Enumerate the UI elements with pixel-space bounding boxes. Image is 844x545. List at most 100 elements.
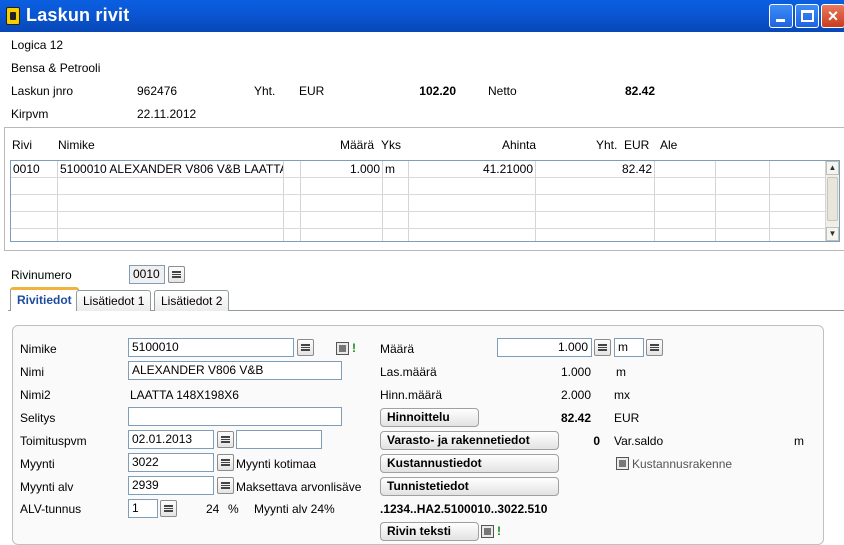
table-row[interactable] (11, 195, 827, 212)
price-currency: EUR (614, 411, 640, 425)
cell-yks[interactable]: m (383, 161, 409, 177)
table-row[interactable] (11, 212, 827, 229)
selitys-input[interactable] (128, 407, 342, 426)
alv-tunnus-input[interactable]: 1 (128, 499, 158, 518)
kustannusrakenne-checkbox[interactable] (616, 457, 629, 470)
currency-label: EUR (299, 84, 325, 98)
alv-percent: 24 (206, 502, 220, 516)
cell-maara[interactable]: 1.000 (301, 161, 383, 177)
column-header-rivi: Rivi (12, 138, 32, 152)
close-button[interactable]: × (821, 4, 844, 28)
cell-rivi[interactable]: 0010 (11, 161, 58, 177)
table-row[interactable] (11, 178, 827, 195)
row-number-lookup-icon[interactable] (168, 266, 185, 283)
column-header-yks: Yks (381, 138, 402, 152)
cell-ale[interactable] (655, 161, 716, 177)
myynti-alv-input[interactable]: 2939 (128, 476, 214, 495)
nimi-label: Nimi (20, 365, 44, 379)
nimi-input[interactable]: ALEXANDER V806 V&B (128, 361, 342, 380)
total-value: 102.20 (419, 84, 456, 98)
cell-yht[interactable]: 82.42 (536, 161, 655, 177)
var-saldo-unit: m (794, 434, 804, 448)
column-header-yht: Yht. (596, 138, 618, 152)
hinnoittelu-button[interactable]: Hinnoittelu (380, 408, 479, 427)
invoice-rows-grid[interactable]: 0010 5100010 ALEXANDER V806 V&B LAATTA 1… (10, 160, 840, 242)
net-value: 82.42 (624, 84, 655, 98)
myynti-label: Myynti (20, 457, 55, 471)
maximize-button[interactable] (795, 4, 819, 28)
varasto-button[interactable]: Varasto- ja rakennetiedot (380, 431, 559, 450)
column-header-ahinta: Ahinta (502, 138, 537, 152)
tab-lisatiedot-1[interactable]: Lisätiedot 1 (76, 290, 152, 311)
hinn-maara-unit: mx (614, 388, 630, 402)
cell-extra[interactable] (716, 161, 770, 177)
nimike-marker: ! (352, 341, 356, 355)
window-title: Laskun rivit (26, 5, 130, 25)
tab-rivitiedot[interactable]: Rivitiedot (10, 287, 79, 311)
column-header-ale: Ale (660, 138, 678, 152)
myynti-alv-label: Myynti alv (20, 480, 74, 494)
alv-tunnus-label: ALV-tunnus (20, 502, 82, 516)
var-saldo-label: Var.saldo (614, 434, 664, 448)
maara-lookup-icon[interactable] (594, 339, 611, 356)
alv-tunnus-lookup-icon[interactable] (160, 500, 177, 517)
column-header-eur: EUR (624, 138, 650, 152)
myynti-alv-lookup-icon[interactable] (217, 477, 234, 494)
table-row[interactable] (11, 229, 827, 241)
maara-unit-lookup-icon[interactable] (646, 339, 663, 356)
scroll-up-icon[interactable]: ▲ (826, 161, 839, 175)
toimituspvm-extra-input[interactable] (236, 430, 322, 449)
total-label: Yht. (254, 84, 276, 98)
date-value: 22.11.2012 (137, 107, 197, 121)
myynti-lookup-icon[interactable] (217, 454, 234, 471)
scroll-thumb[interactable] (827, 177, 838, 221)
cell-nimike[interactable]: 5100010 ALEXANDER V806 V&B LAATTA (58, 161, 284, 177)
column-header-maara: Määrä (340, 138, 375, 152)
row-number-label: Rivinumero (11, 268, 72, 282)
cell-blank[interactable] (284, 161, 301, 177)
selitys-label: Selitys (20, 411, 56, 425)
las-maara-label: Las.määrä (380, 365, 437, 379)
title-bar[interactable]: Laskun rivit × (0, 0, 844, 32)
hinn-maara-label: Hinn.määrä (380, 388, 443, 402)
toimituspvm-label: Toimituspvm (20, 434, 87, 448)
cell-ahinta[interactable]: 41.21000 (409, 161, 536, 177)
tunnistetiedot-button[interactable]: Tunnistetiedot (380, 477, 559, 496)
myynti-input[interactable]: 3022 (128, 453, 214, 472)
maximize-icon (801, 10, 814, 22)
invoice-no-value: 962476 (137, 84, 178, 98)
scroll-down-icon[interactable]: ▼ (826, 227, 839, 241)
las-maara-unit: m (616, 365, 626, 379)
app-icon (6, 7, 20, 25)
row-number-field[interactable]: 0010 (129, 265, 165, 284)
minimize-button[interactable] (769, 4, 793, 28)
nimike-label: Nimike (20, 342, 57, 356)
grid-scrollbar[interactable]: ▲ ▼ (825, 161, 839, 241)
varasto-value: 0 (593, 434, 600, 448)
nimike-checkbox[interactable] (336, 342, 349, 355)
date-label: Kirpvm (11, 107, 49, 121)
rivin-teksti-button[interactable]: Rivin teksti (380, 522, 479, 541)
price-value: 82.42 (560, 411, 591, 425)
toimituspvm-input[interactable]: 02.01.2013 (128, 430, 214, 449)
tab-lisatiedot-2[interactable]: Lisätiedot 2 (154, 290, 230, 311)
net-label: Netto (488, 84, 517, 98)
nimi2-value: LAATTA 148X198X6 (130, 388, 239, 402)
kustannustiedot-button[interactable]: Kustannustiedot (380, 454, 559, 473)
invoice-no-label: Laskun jnro (11, 84, 74, 98)
toimituspvm-calendar-icon[interactable] (217, 431, 234, 448)
cell-extra[interactable] (770, 161, 827, 177)
rivin-teksti-checkbox[interactable] (481, 525, 494, 538)
alv-percent-sign: % (228, 502, 239, 516)
nimike-lookup-icon[interactable] (297, 339, 314, 356)
maara-unit-input[interactable]: m (614, 338, 644, 357)
myynti-desc: Myynti kotimaa (236, 457, 317, 471)
hinn-maara-value: 2.000 (560, 388, 591, 402)
column-header-nimike: Nimike (58, 138, 95, 152)
table-row[interactable]: 0010 5100010 ALEXANDER V806 V&B LAATTA 1… (11, 161, 827, 178)
nimi2-label: Nimi2 (20, 388, 51, 402)
rivin-teksti-marker: ! (497, 524, 501, 538)
maara-input[interactable]: 1.000 (497, 338, 592, 357)
account-code: .1234..HA2.5100010..3022.510 (380, 502, 548, 516)
nimike-input[interactable]: 5100010 (128, 338, 294, 357)
